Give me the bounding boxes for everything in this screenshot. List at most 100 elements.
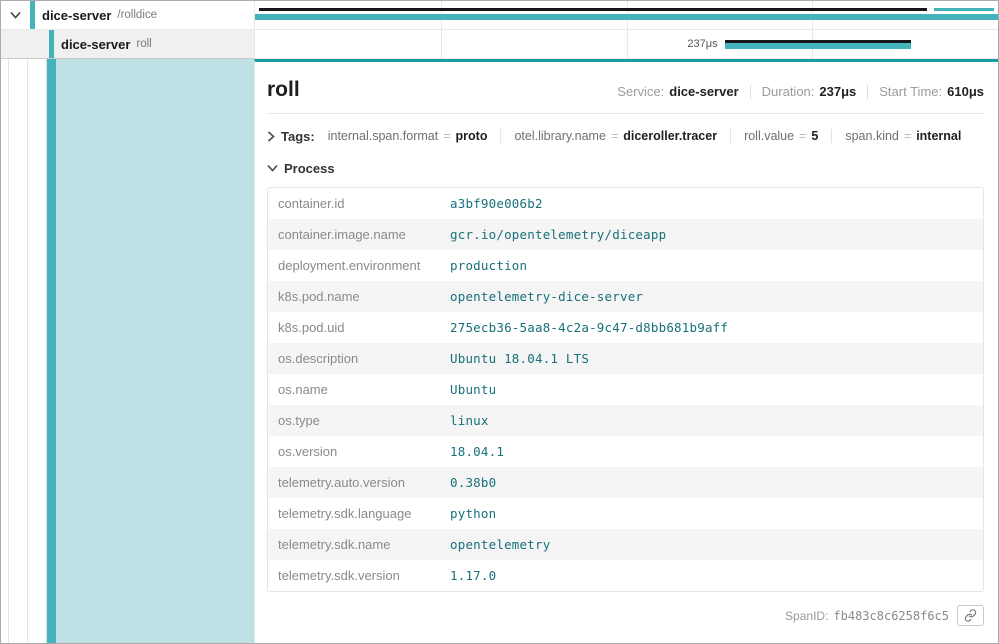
- table-row: os.version18.04.1: [268, 436, 983, 467]
- table-row: telemetry.auto.version0.38b0: [268, 467, 983, 498]
- critical-path-segment: [934, 8, 993, 11]
- tag-equals: =: [904, 129, 911, 143]
- start-time-value: 610μs: [947, 84, 984, 99]
- span-color-accent: [30, 1, 35, 29]
- timeline-tick: [441, 30, 442, 58]
- kv-key: k8s.pod.name: [268, 281, 448, 312]
- chevron-right-icon: [267, 131, 275, 142]
- tag-equals: =: [799, 129, 806, 143]
- tag-equals: =: [611, 129, 618, 143]
- table-row: telemetry.sdk.version1.17.0: [268, 560, 983, 591]
- meta-separator: [750, 85, 751, 99]
- kv-value: 0.38b0: [448, 467, 983, 498]
- duration-value: 237μs: [819, 84, 856, 99]
- span-title: roll: [267, 78, 300, 102]
- tag-item: span.kind = internal: [845, 129, 974, 143]
- kv-key: os.version: [268, 436, 448, 467]
- kv-key: container.id: [268, 188, 448, 219]
- kv-value: opentelemetry-dice-server: [448, 281, 983, 312]
- jaeger-trace-detail-view: dice-server /rolldice dice-server roll 2…: [0, 0, 999, 644]
- span-meta: Service: dice-server Duration: 237μs Sta…: [617, 84, 984, 99]
- span-detail-tint: [56, 59, 254, 643]
- link-icon: [964, 609, 977, 622]
- kv-key: deployment.environment: [268, 250, 448, 281]
- duration-label: Duration:: [762, 84, 815, 99]
- start-time-label: Start Time:: [879, 84, 942, 99]
- tag-value: 5: [811, 129, 818, 143]
- spanid-value: fb483c8c6258f6c5: [833, 609, 949, 623]
- span-bar-rolldice[interactable]: [255, 14, 998, 20]
- span-bar-row-rolldice[interactable]: [255, 1, 998, 30]
- span-color-stripe: [47, 59, 56, 643]
- kv-key: container.image.name: [268, 219, 448, 250]
- tags-section[interactable]: Tags: internal.span.format = proto otel.…: [267, 123, 984, 149]
- tag-item: roll.value = 5: [744, 129, 832, 143]
- indent-guide: [1, 59, 9, 643]
- tag-item: internal.span.format = proto: [328, 129, 502, 143]
- kv-value: linux: [448, 405, 983, 436]
- kv-key: k8s.pod.uid: [268, 312, 448, 343]
- tag-value: diceroller.tracer: [623, 129, 717, 143]
- table-row: container.image.namegcr.io/opentelemetry…: [268, 219, 983, 250]
- tag-key: roll.value: [744, 129, 794, 143]
- tag-equals: =: [443, 129, 450, 143]
- service-value: dice-server: [669, 84, 738, 99]
- critical-path-segment: [259, 8, 926, 11]
- span-service-name: dice-server: [42, 8, 111, 23]
- timeline-tick: [627, 30, 628, 58]
- span-row-roll-selected[interactable]: dice-server roll: [1, 30, 254, 59]
- table-row: os.typelinux: [268, 405, 983, 436]
- span-footer: SpanID: fb483c8c6258f6c5: [267, 605, 984, 626]
- table-row: os.descriptionUbuntu 18.04.1 LTS: [268, 343, 983, 374]
- process-section-toggle[interactable]: Process: [267, 157, 984, 179]
- kv-value: 275ecb36-5aa8-4c2a-9c47-d8bb681b9aff: [448, 312, 983, 343]
- chevron-down-icon[interactable]: [7, 11, 23, 19]
- tag-key: otel.library.name: [514, 129, 605, 143]
- span-operation-name: roll: [136, 38, 151, 50]
- span-indent-guides: [1, 59, 254, 643]
- kv-value: 18.04.1: [448, 436, 983, 467]
- table-row: k8s.pod.nameopentelemetry-dice-server: [268, 281, 983, 312]
- tag-item: otel.library.name = diceroller.tracer: [514, 129, 731, 143]
- header-divider: [267, 113, 984, 114]
- meta-separator: [867, 85, 868, 99]
- kv-key: os.type: [268, 405, 448, 436]
- span-service-name: dice-server: [61, 37, 130, 52]
- table-row: container.ida3bf90e006b2: [268, 188, 983, 219]
- span-row-rolldice[interactable]: dice-server /rolldice: [1, 1, 254, 30]
- indent-guide: [9, 59, 28, 643]
- kv-value: gcr.io/opentelemetry/diceapp: [448, 219, 983, 250]
- span-bar-roll[interactable]: [725, 43, 911, 49]
- table-row: telemetry.sdk.nameopentelemetry: [268, 529, 983, 560]
- span-detail-panel: roll Service: dice-server Duration: 237μ…: [254, 59, 998, 643]
- kv-value: production: [448, 250, 983, 281]
- copy-span-link-button[interactable]: [957, 605, 984, 626]
- detail-header: roll Service: dice-server Duration: 237μ…: [267, 74, 984, 102]
- tag-value: internal: [916, 129, 961, 143]
- kv-key: telemetry.auto.version: [268, 467, 448, 498]
- process-kv-table: container.ida3bf90e006b2 container.image…: [267, 187, 984, 592]
- table-row: os.nameUbuntu: [268, 374, 983, 405]
- kv-value: 1.17.0: [448, 560, 983, 591]
- process-section-label[interactable]: Process: [284, 161, 335, 176]
- kv-key: os.description: [268, 343, 448, 374]
- spanid-label: SpanID:: [785, 609, 828, 623]
- kv-key: telemetry.sdk.name: [268, 529, 448, 560]
- kv-value: python: [448, 498, 983, 529]
- tag-value: proto: [456, 129, 488, 143]
- span-bars-column: 237μs: [254, 1, 998, 59]
- tag-key: span.kind: [845, 129, 899, 143]
- span-name-column: dice-server /rolldice dice-server roll: [1, 1, 254, 59]
- table-row: deployment.environmentproduction: [268, 250, 983, 281]
- kv-key: telemetry.sdk.language: [268, 498, 448, 529]
- indent-guide: [28, 59, 47, 643]
- table-row: telemetry.sdk.languagepython: [268, 498, 983, 529]
- span-bar-row-roll[interactable]: 237μs: [255, 30, 998, 59]
- kv-value: a3bf90e006b2: [448, 188, 983, 219]
- kv-value: Ubuntu: [448, 374, 983, 405]
- kv-value: Ubuntu 18.04.1 LTS: [448, 343, 983, 374]
- kv-value: opentelemetry: [448, 529, 983, 560]
- tags-section-label[interactable]: Tags:: [281, 129, 315, 144]
- tag-key: internal.span.format: [328, 129, 438, 143]
- service-label: Service:: [617, 84, 664, 99]
